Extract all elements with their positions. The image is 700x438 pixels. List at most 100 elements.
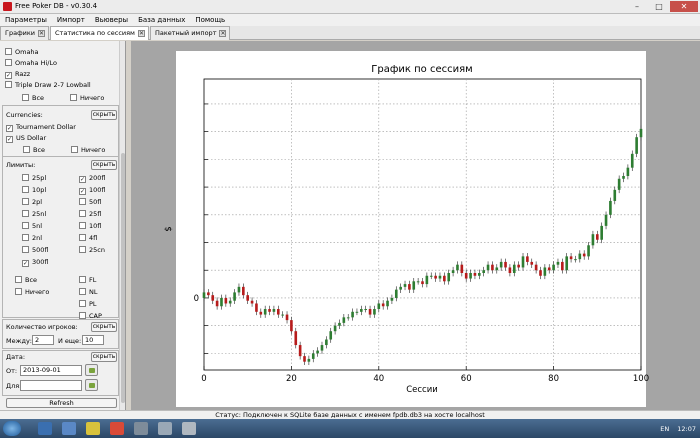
tool-icon[interactable]: [158, 422, 172, 435]
status-bar: Статус: Подключен к SQLite базе данных с…: [0, 410, 700, 419]
candle: [207, 292, 210, 296]
candle: [460, 264, 464, 273]
candle: [202, 292, 206, 298]
candle: [626, 167, 630, 176]
candle: [530, 261, 534, 265]
candle: [220, 297, 223, 307]
session-chart: График по сессиям Сессии $ 0 20 40 60 80 100 0: [164, 64, 649, 395]
taskbar: EN 12:07: [0, 419, 700, 438]
candle: [609, 200, 612, 215]
candle: [469, 273, 472, 279]
candle: [276, 309, 280, 315]
poker-db-icon[interactable]: [182, 422, 196, 435]
candle: [298, 345, 302, 357]
candle: [360, 309, 363, 312]
candle: [543, 267, 547, 276]
candle: [464, 273, 468, 279]
candle: [600, 225, 603, 240]
candle: [351, 311, 354, 318]
candle: [443, 275, 446, 282]
candle: [512, 264, 516, 273]
browser-icon[interactable]: [110, 422, 124, 435]
candle: [473, 273, 477, 276]
candle: [285, 314, 289, 321]
candle: [246, 295, 250, 301]
candle: [561, 261, 564, 271]
candle: [521, 256, 525, 268]
candle: [386, 300, 389, 307]
x-axis-label: Сессии: [406, 385, 438, 395]
candle: [290, 320, 293, 332]
candle: [373, 309, 376, 315]
x-tick-label: 100: [633, 374, 649, 384]
candle: [228, 300, 232, 304]
candle: [447, 273, 451, 282]
y-axis-label: $: [164, 226, 174, 231]
candle: [574, 259, 577, 261]
x-tick-label: 80: [548, 374, 559, 384]
candle: [268, 309, 271, 312]
candle: [547, 267, 551, 271]
x-tick-label: 60: [461, 374, 472, 384]
candle: [491, 264, 494, 271]
candle: [211, 295, 215, 301]
candle: [307, 358, 311, 362]
candle: [237, 286, 241, 293]
candle: [412, 281, 416, 290]
candle: [421, 281, 424, 285]
candle: [364, 309, 368, 311]
candle: [281, 314, 284, 316]
candle: [272, 309, 276, 312]
candle: [325, 339, 328, 346]
candle: [390, 297, 394, 301]
candle: [578, 253, 582, 260]
candle: [517, 264, 520, 268]
start-button[interactable]: [3, 421, 21, 436]
candle: [539, 270, 542, 276]
candle: [639, 128, 643, 138]
x-tick-label: 20: [286, 374, 297, 384]
candle: [333, 325, 337, 332]
language-indicator[interactable]: EN: [660, 425, 669, 433]
candle: [556, 261, 560, 265]
candle: [224, 297, 228, 304]
chart-title: График по сессиям: [371, 64, 472, 75]
candle: [394, 289, 398, 298]
system-tray: EN 12:07: [652, 419, 696, 438]
candle: [508, 267, 512, 273]
candle: [591, 234, 595, 246]
candle: [425, 275, 429, 285]
candle: [499, 261, 503, 268]
candle: [303, 356, 306, 362]
candle: [329, 331, 333, 340]
candle: [346, 317, 350, 319]
tool-icon[interactable]: [134, 422, 148, 435]
candle: [368, 309, 372, 315]
candle: [342, 317, 346, 323]
candle: [233, 292, 236, 301]
candle: [604, 214, 608, 226]
candle: [486, 264, 490, 271]
candle: [438, 275, 442, 279]
folder-icon[interactable]: [86, 422, 100, 435]
candle: [534, 264, 538, 271]
plot-frame: [203, 78, 642, 371]
candle: [416, 281, 420, 283]
candle: [242, 286, 245, 296]
x-tick-label: 0: [201, 374, 206, 384]
candle: [622, 176, 625, 179]
candle: [582, 253, 586, 257]
candle: [569, 256, 573, 260]
candle: [259, 311, 263, 315]
candle: [565, 256, 569, 271]
candle: [630, 153, 634, 168]
explorer-icon[interactable]: [38, 422, 52, 435]
y-tick-label: 0: [194, 294, 199, 304]
candle: [408, 284, 411, 290]
candle: [429, 275, 433, 277]
candle: [215, 300, 219, 307]
candle: [526, 256, 529, 262]
app-taskbar-icon[interactable]: [62, 422, 76, 435]
candle: [294, 331, 298, 346]
candle: [399, 286, 402, 290]
